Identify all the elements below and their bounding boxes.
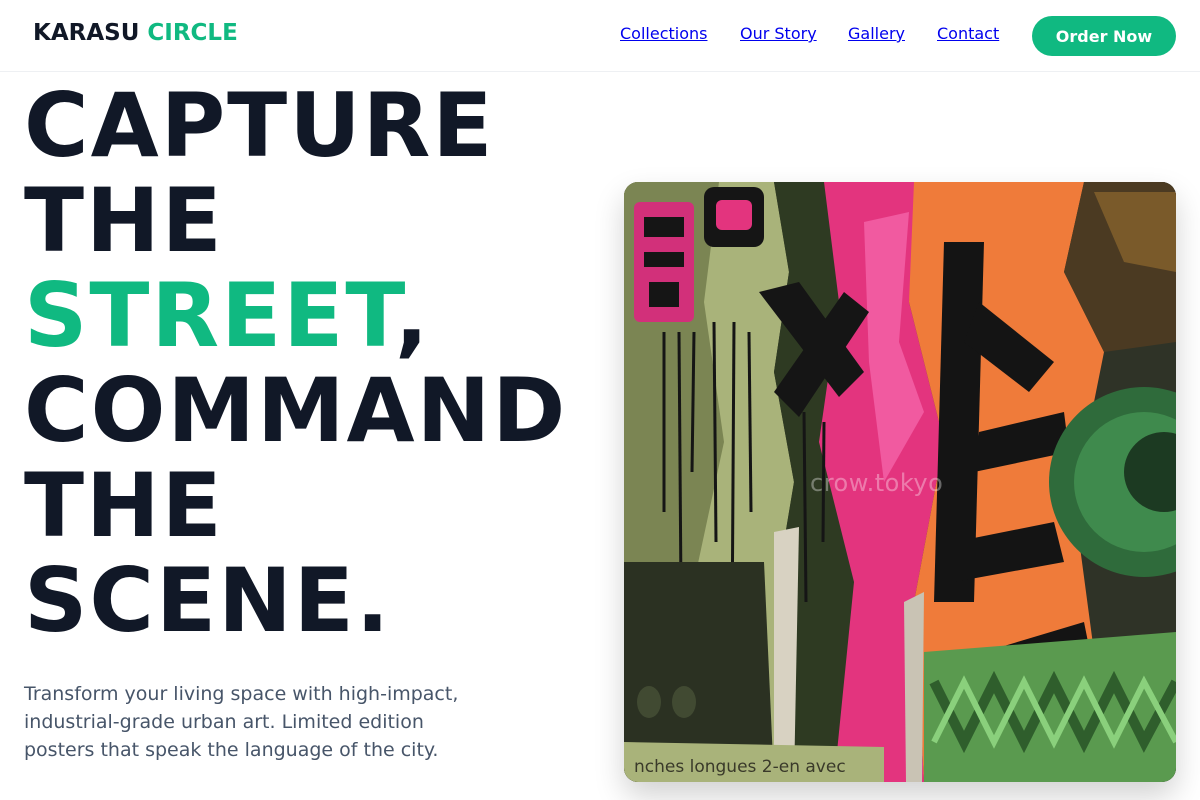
headline-highlight-street: STREET [24,264,395,367]
headline-line-5: THE [24,454,224,557]
headline-line-2: THE [24,169,224,272]
headline-line-3: STREET, [24,268,624,363]
hero-headline: CAPTURE THE STREET, COMMAND THE SCENE. [24,78,624,648]
headline-comma: , [394,264,431,367]
brand-logo[interactable]: KARASU CIRCLE [33,20,238,46]
order-now-button[interactable]: Order Now [1032,16,1176,56]
brand-name-part2: CIRCLE [147,20,238,46]
artwork-watermark: crow.tokyo [810,469,944,497]
brand-name-part1: KARASU [33,20,140,46]
artwork-caption-text: nches longues 2-en avec [634,757,846,777]
nav-link-gallery[interactable]: Gallery [848,24,905,48]
headline-line-4: COMMAND [24,359,568,462]
nav-link-collections[interactable]: Collections [620,24,707,48]
hero-description: Transform your living space with high-im… [24,683,459,761]
headline-line-1: CAPTURE [24,74,495,177]
hero-artwork-image: nches longues 2-en avec crow.tokyo [624,182,1176,782]
nav-link-contact[interactable]: Contact [937,24,999,48]
nav-link-our-story[interactable]: Our Story [740,24,817,48]
top-navigation-bar: KARASU CIRCLE Collections Our Story Gall… [0,0,1200,72]
headline-line-6: SCENE. [24,549,392,652]
